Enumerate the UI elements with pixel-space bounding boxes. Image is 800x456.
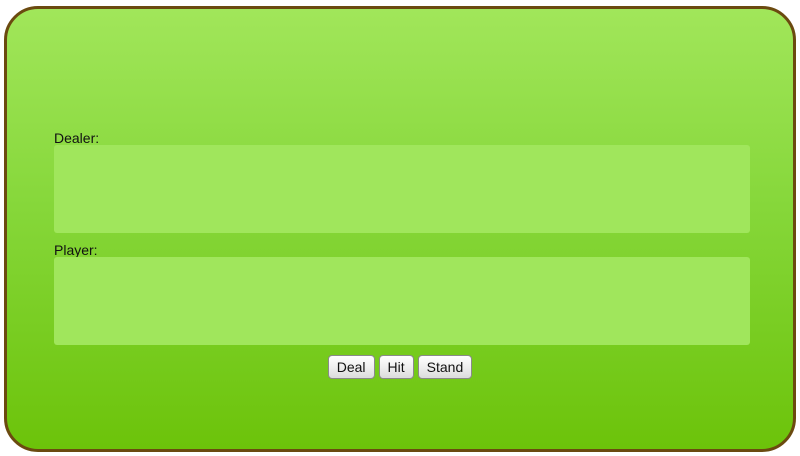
game-table: Dealer: Player: Deal Hit Stand bbox=[4, 6, 796, 452]
dealer-label: Dealer: bbox=[54, 130, 100, 146]
stand-button[interactable]: Stand bbox=[417, 355, 473, 379]
deal-button[interactable]: Deal bbox=[327, 355, 375, 379]
player-label: Player: bbox=[54, 242, 98, 258]
hit-button[interactable]: Hit bbox=[378, 355, 414, 379]
dealer-hand-area bbox=[54, 145, 750, 233]
player-hand-area bbox=[54, 257, 750, 345]
game-controls: Deal Hit Stand bbox=[7, 355, 793, 379]
